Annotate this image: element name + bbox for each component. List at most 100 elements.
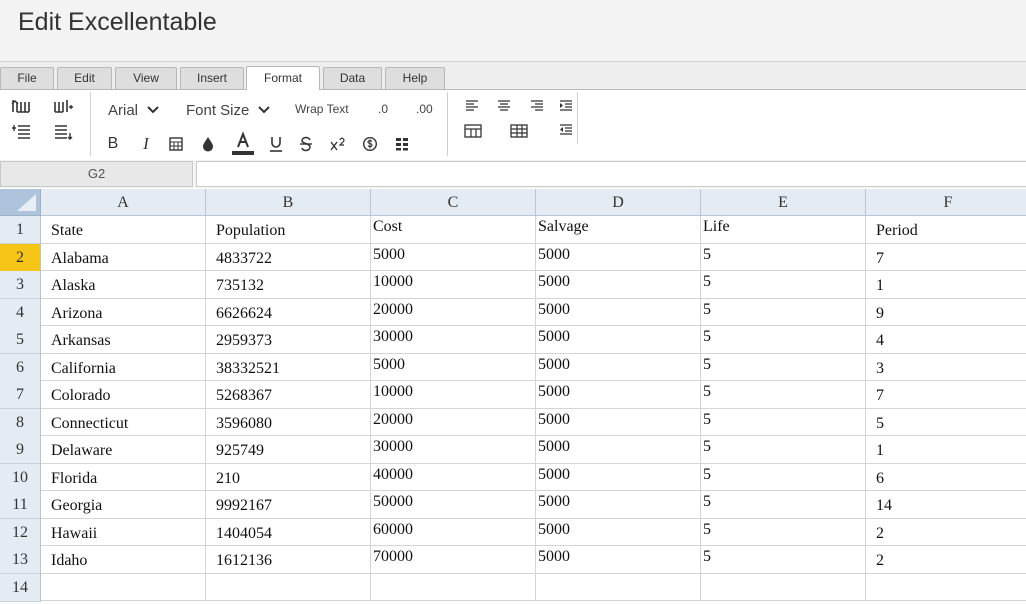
cell-d10[interactable]: 5000 [536, 463, 701, 491]
cell-f9[interactable]: 1 [866, 436, 1026, 464]
cell-c5[interactable]: 30000 [371, 326, 536, 354]
cell-c13[interactable]: 70000 [371, 546, 536, 574]
cell-b7[interactable]: 5268367 [206, 381, 371, 409]
strikethrough-icon[interactable] [296, 134, 316, 154]
cell-f12[interactable]: 2 [866, 519, 1026, 546]
tab-edit[interactable]: Edit [57, 67, 112, 89]
row-header[interactable]: 13 [0, 546, 41, 574]
cell-d6[interactable]: 5000 [536, 353, 701, 381]
row-header[interactable]: 4 [0, 298, 41, 327]
cell-b2[interactable]: 4833722 [206, 243, 371, 271]
currency-icon[interactable] [360, 134, 380, 154]
cell-d1[interactable]: Salvage [536, 216, 701, 244]
cell-d2[interactable]: 5000 [536, 243, 701, 271]
cell-f1[interactable]: Period [866, 216, 1026, 244]
cell-b3[interactable]: 735132 [206, 271, 371, 299]
cell-e9[interactable]: 5 [701, 436, 866, 464]
indent-icon[interactable] [556, 98, 576, 114]
cell-b6[interactable]: 38332521 [206, 353, 371, 381]
row-header[interactable]: 7 [0, 381, 41, 409]
cell-c4[interactable]: 20000 [371, 298, 536, 326]
column-header-c[interactable]: C [371, 189, 536, 216]
cell-f14[interactable] [866, 574, 1026, 601]
row-header[interactable]: 11 [0, 491, 41, 519]
cell-c6[interactable]: 5000 [371, 353, 536, 381]
cell-d9[interactable]: 5000 [536, 436, 701, 464]
cell-b9[interactable]: 925749 [206, 436, 371, 464]
cell-e10[interactable]: 5 [701, 463, 866, 491]
cell-f5[interactable]: 4 [866, 326, 1026, 354]
row-header[interactable]: 10 [0, 463, 41, 492]
cell-reference-box[interactable]: G2 [0, 161, 193, 187]
cell-c11[interactable]: 50000 [371, 491, 536, 519]
cell-d14[interactable] [536, 573, 701, 601]
insert-row-below-icon[interactable] [51, 122, 75, 142]
column-header-e[interactable]: E [701, 189, 866, 216]
row-header[interactable]: 12 [0, 518, 41, 547]
column-header-d[interactable]: D [536, 189, 701, 216]
cell-b4[interactable]: 6626624 [206, 298, 371, 326]
cell-f13[interactable]: 2 [866, 546, 1026, 574]
decrease-decimal-button[interactable]: .0 [378, 102, 388, 116]
cell-a14[interactable] [41, 573, 206, 601]
cell-f3[interactable]: 1 [866, 271, 1026, 299]
row-header[interactable]: 3 [0, 271, 41, 299]
select-all-corner[interactable] [0, 189, 41, 216]
cell-a13[interactable]: Idaho [41, 546, 206, 574]
wrap-text-button[interactable]: Wrap Text [295, 102, 349, 116]
cell-b14[interactable] [206, 573, 371, 601]
cell-f8[interactable]: 5 [866, 409, 1026, 436]
row-header[interactable]: 9 [0, 436, 41, 464]
column-header-f[interactable]: F [866, 189, 1026, 216]
tab-format[interactable]: Format [246, 66, 320, 90]
fill-color-icon[interactable] [198, 134, 218, 154]
italic-button[interactable]: I [137, 134, 155, 154]
column-header-a[interactable]: A [41, 189, 206, 216]
cell-f4[interactable]: 9 [866, 299, 1026, 326]
cell-b5[interactable]: 2959373 [206, 326, 371, 354]
cell-a3[interactable]: Alaska [41, 271, 206, 299]
column-header-b[interactable]: B [206, 189, 371, 216]
cell-e2[interactable]: 5 [701, 243, 866, 271]
table-grid-icon[interactable] [508, 122, 530, 140]
cell-f7[interactable]: 7 [866, 381, 1026, 409]
cell-c8[interactable]: 20000 [371, 408, 536, 436]
cell-b1[interactable]: Population [206, 216, 371, 244]
cell-c9[interactable]: 30000 [371, 436, 536, 464]
cell-e7[interactable]: 5 [701, 381, 866, 409]
cell-e6[interactable]: 5 [701, 353, 866, 381]
cell-c3[interactable]: 10000 [371, 271, 536, 299]
font-size-dropdown[interactable]: Font Size [186, 99, 271, 121]
cell-c2[interactable]: 5000 [371, 243, 536, 271]
cell-e8[interactable]: 5 [701, 408, 866, 436]
font-color-icon[interactable] [231, 130, 255, 156]
cell-f2[interactable]: 7 [866, 244, 1026, 271]
cell-e5[interactable]: 5 [701, 326, 866, 354]
cell-e12[interactable]: 5 [701, 518, 866, 546]
cell-c7[interactable]: 10000 [371, 381, 536, 409]
cell-c14[interactable] [371, 573, 536, 601]
conditional-format-icon[interactable] [392, 134, 412, 154]
formula-input[interactable] [196, 161, 1026, 187]
cell-a9[interactable]: Delaware [41, 436, 206, 464]
tab-data[interactable]: Data [323, 67, 382, 89]
merge-cells-icon[interactable] [462, 122, 484, 140]
cell-e1[interactable]: Life [701, 216, 866, 244]
insert-column-right-icon[interactable] [51, 96, 75, 116]
cell-f11[interactable]: 14 [866, 491, 1026, 519]
tab-file[interactable]: File [0, 67, 54, 89]
cell-c12[interactable]: 60000 [371, 518, 536, 546]
cell-d5[interactable]: 5000 [536, 326, 701, 354]
outdent-icon[interactable] [556, 122, 576, 138]
row-header[interactable]: 2 [0, 243, 41, 272]
cell-d3[interactable]: 5000 [536, 271, 701, 299]
borders-icon[interactable] [166, 134, 186, 154]
cell-e3[interactable]: 5 [701, 271, 866, 299]
tab-help[interactable]: Help [385, 67, 445, 89]
align-center-icon[interactable] [494, 98, 514, 114]
cell-b12[interactable]: 1404054 [206, 518, 371, 546]
cell-f6[interactable]: 3 [866, 354, 1026, 381]
increase-decimal-button[interactable]: .00 [416, 102, 433, 116]
cell-b8[interactable]: 3596080 [206, 408, 371, 436]
row-header[interactable]: 6 [0, 353, 41, 382]
